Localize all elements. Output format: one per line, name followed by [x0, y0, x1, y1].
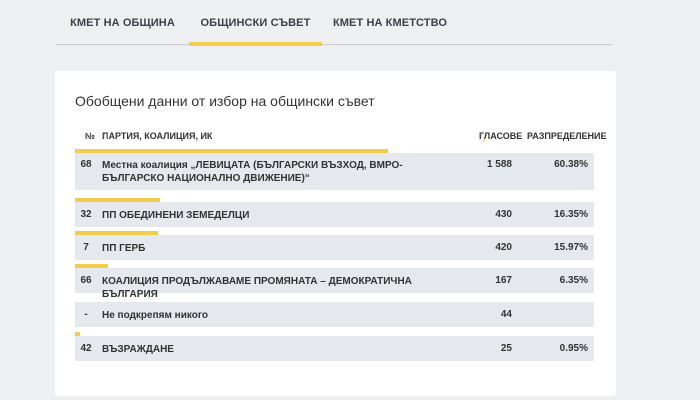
sort-icon: ↑↓ — [85, 131, 92, 140]
tab-bar: КМЕТ НА ОБЩИНА ОБЩИНСКИ СЪВЕТ КМЕТ НА КМ… — [56, 0, 613, 46]
row-party: ВЪЗРАЖДАНЕ — [102, 344, 174, 355]
tab-mayor-town-hall[interactable]: КМЕТ НА КМЕТСТВО — [322, 0, 458, 45]
row-number: 68 — [80, 159, 92, 170]
table-row: 66 КОАЛИЦИЯ ПРОДЪЛЖАВАМЕ ПРОМЯНАТА – ДЕМО… — [75, 268, 594, 300]
row-votes: 430 — [495, 209, 512, 220]
sort-desc-icon: ↑ ↓ — [479, 131, 486, 143]
table-row: 7 ПП ГЕРБ 420 15.97% — [75, 235, 594, 260]
row-number: - — [84, 309, 88, 320]
table-row: 42 ВЪЗРАЖДАНЕ 25 0.95% — [75, 336, 594, 361]
row-distribution: 6.35% — [559, 275, 588, 286]
row-number: 66 — [80, 275, 92, 286]
row-number: 7 — [83, 242, 89, 253]
row-votes: 420 — [495, 242, 512, 253]
row-party: ПП ГЕРБ — [102, 243, 146, 254]
row-distribution: 15.97% — [554, 242, 588, 253]
table-row: - Не подкрепям никого 44 — [75, 302, 594, 327]
row-votes: 1 588 — [486, 159, 512, 170]
row-number: 42 — [80, 343, 92, 354]
tab-mayor-municipality[interactable]: КМЕТ НА ОБЩИНА — [56, 0, 189, 45]
sort-icon: ↑↓ — [102, 131, 109, 140]
row-distribution: 16.35% — [554, 209, 588, 220]
card-title: Обобщени данни от избор на общински съве… — [75, 93, 375, 109]
row-number: 32 — [80, 209, 92, 220]
sort-icon: ↑↓ — [527, 131, 534, 140]
row-party: ПП ОБЕДИНЕНИ ЗЕМЕДЕЛЦИ — [102, 210, 250, 221]
results-card: Обобщени данни от избор на общински съве… — [55, 71, 616, 396]
row-distribution: 60.38% — [554, 159, 588, 170]
row-votes: 167 — [495, 275, 512, 286]
row-votes: 25 — [500, 343, 512, 354]
row-distribution: 0.95% — [559, 343, 588, 354]
table-row: 68 Местна коалиция „ЛЕВИЦАТА (БЪЛГАРСКИ В… — [75, 153, 594, 190]
row-party: Местна коалиция „ЛЕВИЦАТА (БЪЛГАРСКИ ВЪЗ… — [102, 160, 403, 184]
row-party: Не подкрепям никого — [102, 310, 208, 321]
table-header: № ↑↓ ПАРТИЯ, КОАЛИЦИЯ, ИК ↑↓ ГЛАСОВЕ ↑ ↓ РАЗ… — [85, 131, 607, 143]
row-votes: 44 — [500, 309, 512, 320]
tab-municipal-council[interactable]: ОБЩИНСКИ СЪВЕТ — [189, 0, 322, 46]
row-party: КОАЛИЦИЯ ПРОДЪЛЖАВАМЕ ПРОМЯНАТА – ДЕМОКР… — [102, 276, 412, 300]
table-row: 32 ПП ОБЕДИНЕНИ ЗЕМЕДЕЛЦИ 430 16.35% — [75, 202, 594, 227]
